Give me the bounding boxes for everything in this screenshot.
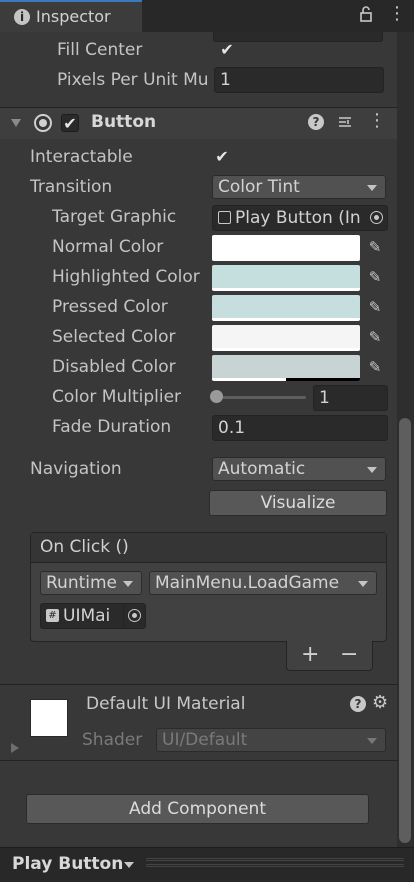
normal-color-label: Normal Color xyxy=(52,237,164,257)
scrollbar-thumb[interactable] xyxy=(399,418,411,843)
collapse-arrow-icon[interactable] xyxy=(10,117,22,129)
interactable-checkbox[interactable]: ✔ xyxy=(213,148,231,166)
pressed-color-swatch[interactable] xyxy=(212,295,360,321)
target-object-field[interactable]: # UIMai xyxy=(40,603,146,629)
transition-dropdown[interactable]: Color Tint xyxy=(212,175,386,199)
on-click-header: On Click () xyxy=(31,533,386,563)
button-component-icon xyxy=(34,114,52,132)
preview-bar: Play Button xyxy=(0,847,414,882)
chevron-down-icon xyxy=(367,738,377,744)
eyedropper-icon[interactable]: ✎ xyxy=(363,265,387,289)
eyedropper-icon[interactable]: ✎ xyxy=(363,235,387,259)
tab-title: Inspector xyxy=(36,7,111,26)
chevron-down-icon xyxy=(123,581,133,587)
tab-inspector[interactable]: i Inspector xyxy=(0,0,142,32)
drag-handle[interactable] xyxy=(146,864,404,867)
presets-icon[interactable] xyxy=(337,114,353,130)
highlighted-color-swatch[interactable] xyxy=(212,265,360,291)
gameobject-icon: # xyxy=(46,609,59,622)
on-click-event-list: On Click () Runtime MainMenu.LoadGame # … xyxy=(30,532,387,642)
info-icon: i xyxy=(14,9,30,25)
target-graphic-label: Target Graphic xyxy=(52,207,177,227)
disabled-color-label: Disabled Color xyxy=(52,357,176,377)
add-event-button[interactable]: + xyxy=(301,642,319,667)
kebab-menu-icon[interactable]: ⋮ xyxy=(388,3,407,24)
lock-icon[interactable] xyxy=(359,6,373,26)
help-icon[interactable]: ? xyxy=(308,114,324,130)
disabled-color-swatch[interactable] xyxy=(212,355,360,381)
shader-dropdown[interactable]: UI/Default xyxy=(156,728,386,752)
chevron-down-icon[interactable] xyxy=(124,862,134,868)
target-graphic-field[interactable]: Play Button (In xyxy=(212,205,388,231)
color-multiplier-label: Color Multiplier xyxy=(52,387,182,407)
selected-object-name[interactable]: Play Button xyxy=(12,854,123,874)
on-click-title: On Click () xyxy=(40,537,129,557)
navigation-value: Automatic xyxy=(218,459,306,479)
expand-arrow-icon[interactable] xyxy=(10,742,20,754)
kebab-menu-icon[interactable]: ⋮ xyxy=(368,110,386,131)
eyedropper-icon[interactable]: ✎ xyxy=(363,295,387,319)
target-graphic-value: Play Button (In xyxy=(235,208,361,228)
color-multiplier-slider-track[interactable] xyxy=(216,396,306,399)
target-object-value: UIMai xyxy=(63,606,111,626)
chevron-down-icon xyxy=(358,581,368,587)
button-enabled-checkbox[interactable]: ✔ xyxy=(61,114,79,133)
image-type-field[interactable] xyxy=(213,32,383,42)
event-list-footer: + − xyxy=(286,641,373,671)
eyedropper-icon[interactable]: ✎ xyxy=(363,325,387,349)
selected-color-swatch[interactable] xyxy=(212,325,360,351)
pixels-per-unit-label: Pixels Per Unit Mu xyxy=(57,70,209,90)
material-preview xyxy=(30,699,68,737)
eyedropper-icon[interactable]: ✎ xyxy=(363,355,387,379)
runtime-dropdown[interactable]: Runtime xyxy=(40,571,142,595)
normal-color-swatch[interactable] xyxy=(212,235,360,261)
interactable-label: Interactable xyxy=(30,147,133,167)
fill-center-label: Fill Center xyxy=(57,40,143,60)
fade-duration-field[interactable]: 0.1 xyxy=(212,415,388,441)
color-multiplier-field[interactable]: 1 xyxy=(313,385,388,411)
button-component-header[interactable]: ✔ Button ? ⋮ xyxy=(0,107,397,139)
pixels-per-unit-field[interactable]: 1 xyxy=(214,67,384,93)
section-divider xyxy=(0,684,397,685)
object-picker-button[interactable] xyxy=(367,206,387,230)
pressed-color-label: Pressed Color xyxy=(52,297,168,317)
transition-label: Transition xyxy=(30,177,113,197)
visualize-button[interactable]: Visualize xyxy=(209,490,387,516)
button-component-title: Button xyxy=(91,112,157,132)
add-component-button[interactable]: Add Component xyxy=(26,794,369,824)
navigation-label: Navigation xyxy=(30,459,122,479)
runtime-value: Runtime xyxy=(46,573,118,593)
function-value: MainMenu.LoadGame xyxy=(155,573,340,593)
help-icon[interactable]: ? xyxy=(350,696,366,712)
fill-center-checkbox[interactable]: ✔ xyxy=(218,41,236,59)
gear-icon[interactable]: ⚙ xyxy=(372,692,388,713)
function-dropdown[interactable]: MainMenu.LoadGame xyxy=(149,571,377,595)
inspector-content: Fill Center ✔ Pixels Per Unit Mu 1 ✔ But… xyxy=(0,32,397,847)
inspector-tab-bar: i Inspector ⋮ xyxy=(0,0,414,32)
object-picker-button[interactable] xyxy=(123,604,145,628)
fade-duration-label: Fade Duration xyxy=(52,417,172,437)
transition-value: Color Tint xyxy=(218,177,300,197)
chevron-down-icon xyxy=(367,467,377,473)
chevron-down-icon xyxy=(367,185,377,191)
material-title: Default UI Material xyxy=(86,694,246,714)
section-divider xyxy=(0,760,397,761)
remove-event-button[interactable]: − xyxy=(340,642,358,667)
image-icon xyxy=(218,211,231,224)
shader-value: UI/Default xyxy=(162,730,248,750)
highlighted-color-label: Highlighted Color xyxy=(52,267,200,287)
drag-handle[interactable] xyxy=(146,858,404,861)
shader-label: Shader xyxy=(82,730,143,750)
color-multiplier-slider-thumb[interactable] xyxy=(210,390,223,403)
navigation-dropdown[interactable]: Automatic xyxy=(212,457,386,481)
selected-color-label: Selected Color xyxy=(52,327,176,347)
